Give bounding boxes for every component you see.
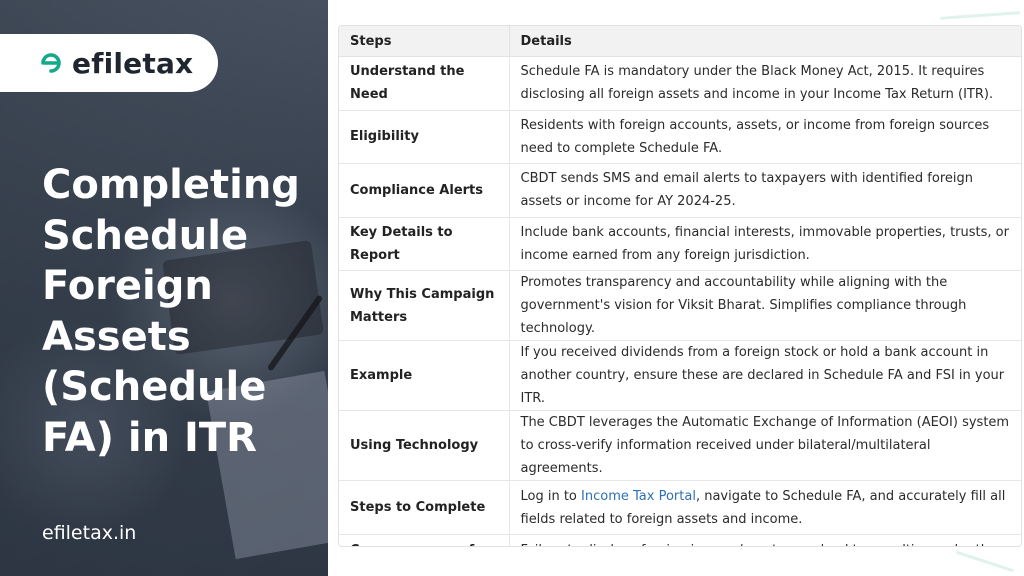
detail-cell: Include bank accounts, financial interes… xyxy=(508,217,1021,272)
table-header-row: Steps Details xyxy=(339,26,1021,57)
page-title: Completing Schedule Foreign Assets (Sche… xyxy=(42,160,322,463)
step-cell: Compliance Alerts xyxy=(339,163,509,218)
detail-cell: Failure to disclose foreign income/asset… xyxy=(508,534,1021,546)
step-cell: Consequences of Non-Compliance xyxy=(339,534,509,546)
title-line: FA) in ITR xyxy=(42,414,257,461)
table-row: Eligibility Residents with foreign accou… xyxy=(339,110,1021,165)
table-row: Key Details to Report Include bank accou… xyxy=(339,217,1021,272)
step-cell: Example xyxy=(339,340,509,412)
efiletax-logo-icon xyxy=(41,53,61,73)
step-cell: Understand the Need xyxy=(339,56,509,111)
table-row: Consequences of Non-Compliance Failure t… xyxy=(339,534,1021,546)
title-line: Foreign xyxy=(42,263,213,309)
income-tax-portal-link[interactable]: Income Tax Portal xyxy=(581,489,696,504)
step-cell: Eligibility xyxy=(339,110,509,165)
title-line: Assets xyxy=(42,313,191,360)
table-row: Example If you received dividends from a… xyxy=(339,340,1021,412)
hero-panel: efiletax Completing Schedule Foreign Ass… xyxy=(0,0,328,576)
step-cell: Using Technology xyxy=(339,410,509,482)
step-cell: Key Details to Report xyxy=(339,217,509,272)
title-line: Completing xyxy=(42,162,300,208)
detail-cell: Log in to Income Tax Portal, navigate to… xyxy=(508,480,1021,535)
step-cell: Steps to Complete xyxy=(339,480,509,535)
detail-cell: CBDT sends SMS and email alerts to taxpa… xyxy=(508,163,1021,218)
detail-cell: The CBDT leverages the Automatic Exchang… xyxy=(508,410,1021,482)
logo[interactable]: efiletax xyxy=(0,34,218,92)
detail-text-before: Log in to xyxy=(520,488,582,504)
site-url[interactable]: efiletax.in xyxy=(42,522,136,544)
title-line: Schedule xyxy=(42,212,249,259)
table-row: Compliance Alerts CBDT sends SMS and ema… xyxy=(339,163,1021,218)
table-row: Steps to Complete Log in to Income Tax P… xyxy=(339,480,1021,535)
detail-cell: Promotes transparency and accountability… xyxy=(508,270,1021,342)
title-line: (Schedule xyxy=(42,364,267,410)
table-row: Why This Campaign Matters Promotes trans… xyxy=(339,270,1021,342)
step-cell: Why This Campaign Matters xyxy=(339,270,509,342)
steps-table: Steps Details Understand the Need Schedu… xyxy=(338,25,1022,547)
table-row: Using Technology The CBDT leverages the … xyxy=(339,410,1021,482)
column-header-steps: Steps xyxy=(339,26,509,57)
detail-cell: Residents with foreign accounts, assets,… xyxy=(508,110,1021,165)
table-row: Understand the Need Schedule FA is manda… xyxy=(339,56,1021,111)
detail-cell: Schedule FA is mandatory under the Black… xyxy=(508,56,1021,111)
logo-text: efiletax xyxy=(72,46,194,80)
detail-cell: If you received dividends from a foreign… xyxy=(508,340,1021,412)
column-header-details: Details xyxy=(508,26,1021,57)
